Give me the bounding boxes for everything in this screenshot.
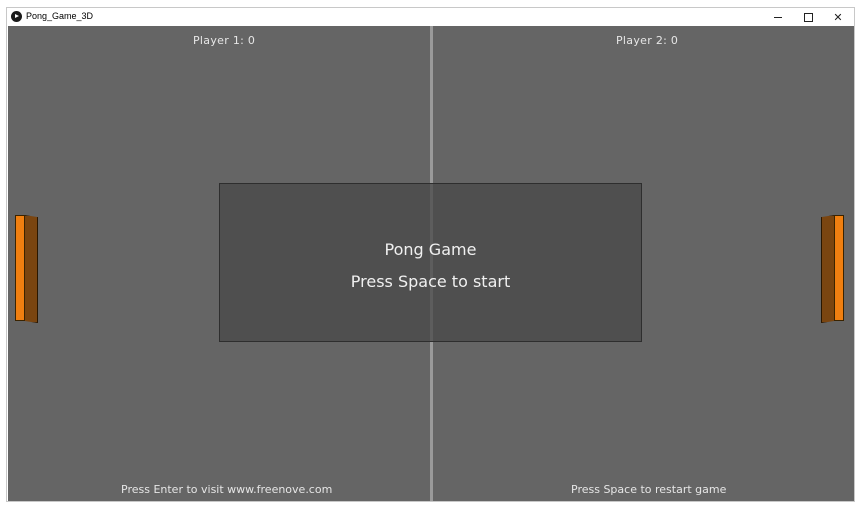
player1-score: Player 1: 0 [193,34,256,47]
window-title: Pong_Game_3D [26,11,94,21]
start-prompt: Press Space to start [350,272,511,291]
play-circle-icon [11,11,22,22]
visit-website-hint: Press Enter to visit www.freenove.com [121,483,333,496]
restart-hint: Press Space to restart game [571,483,727,496]
game-canvas[interactable]: Player 1: 0 Player 2: 0 Pong Game Press … [8,26,854,501]
right-paddle [821,215,845,323]
minimize-icon [774,16,782,18]
title-bar[interactable]: Pong_Game_3D ✕ [7,8,854,26]
game-window: Pong_Game_3D ✕ Player 1: 0 Player 2: 0 P… [6,7,855,502]
maximize-button[interactable] [793,8,823,26]
maximize-icon [803,12,813,22]
right-paddle-side [821,215,835,323]
left-paddle-face [15,215,25,321]
left-paddle-side [24,215,38,323]
right-paddle-face [834,215,844,321]
start-overlay: Pong Game Press Space to start [219,183,642,342]
game-title: Pong Game [384,240,477,259]
player2-score: Player 2: 0 [616,34,679,47]
close-icon: ✕ [833,10,843,24]
close-button[interactable]: ✕ [823,8,853,26]
left-paddle [15,215,39,323]
minimize-button[interactable] [763,8,793,26]
